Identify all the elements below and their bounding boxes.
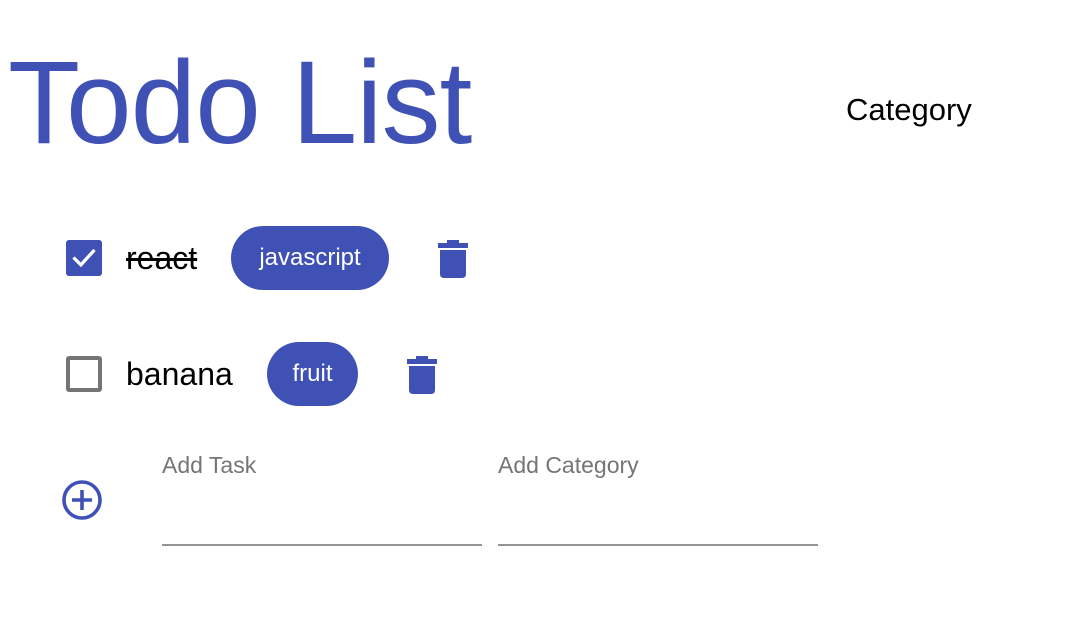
checkmark-icon	[72, 248, 96, 268]
todo-item: react javascript	[0, 226, 600, 290]
trash-icon[interactable]	[407, 356, 437, 394]
category-chip: fruit	[267, 342, 358, 406]
todo-text: banana	[126, 356, 233, 392]
todo-checkbox-checked[interactable]	[66, 240, 102, 276]
todo-text: react	[126, 240, 198, 276]
category-chip: javascript	[231, 226, 389, 290]
add-task-field: Add Task	[162, 450, 482, 550]
todo-item: banana fruit	[0, 342, 600, 406]
trash-icon[interactable]	[438, 240, 468, 278]
add-category-label: Add Category	[498, 452, 639, 478]
page-title: Todo List	[8, 37, 472, 169]
add-category-input[interactable]	[498, 508, 818, 546]
todo-app: Todo List Category react javascript bana…	[0, 0, 1072, 642]
add-task-label: Add Task	[162, 452, 257, 478]
category-nav-link[interactable]: Category	[846, 92, 972, 128]
add-category-field: Add Category	[498, 450, 818, 550]
add-circle-outline-icon[interactable]	[60, 478, 104, 522]
add-task-input[interactable]	[162, 508, 482, 546]
todo-checkbox-unchecked[interactable]	[66, 356, 102, 392]
